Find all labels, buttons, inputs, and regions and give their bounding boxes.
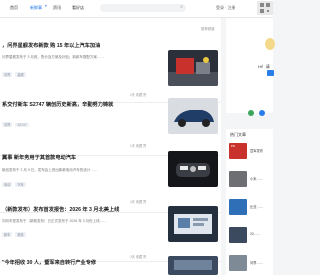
search-icon[interactable]: ⌕	[180, 4, 183, 10]
article-tag[interactable]: 汽车	[15, 182, 26, 187]
top-bar: 首页 新鲜事 ▾ 资讯 看好店 ⌕ 登录 · 注册	[0, 0, 273, 18]
article-tag[interactable]: 报告	[15, 232, 26, 237]
article-thumbnail[interactable]	[168, 256, 218, 275]
hot-article-link[interactable]: 20……	[250, 232, 260, 236]
article-tag[interactable]: 电动	[2, 182, 13, 187]
nav-home[interactable]: 首页	[10, 5, 18, 11]
hot-articles-panel: 热门文章 PD 暨军发布 小米…… 比亚…… 20…… 问界……	[226, 129, 273, 275]
article-stats: 4天 收藏 赞	[130, 200, 147, 204]
article-stats: 3天 收藏 赞	[130, 255, 147, 259]
article-stats: 1天 收藏 赞	[130, 144, 147, 148]
search-input[interactable]: ⌕	[100, 4, 186, 12]
article-tags: 问界 星舰	[2, 72, 29, 77]
hot-article-link[interactable]: 问界……	[250, 260, 263, 265]
article-tags: 电动 汽车	[2, 182, 29, 187]
qr-code-icon	[257, 1, 273, 15]
nav-news[interactable]: 资讯	[53, 5, 61, 11]
hot-article-thumbnail[interactable]	[229, 199, 247, 215]
avatar[interactable]	[265, 38, 275, 50]
article-title[interactable]: （新款发布）发布首发报告：2026 年 3 月北美上线	[2, 206, 119, 213]
article-title[interactable]: "今年招收 30 人，暨军来自转行产业专修	[2, 259, 96, 266]
share-icon[interactable]	[259, 110, 265, 116]
wechat-icon[interactable]	[248, 110, 254, 116]
nav-shops[interactable]: 看好店	[72, 5, 84, 11]
hot-article-thumbnail[interactable]	[229, 227, 247, 243]
article-tag[interactable]: 问界	[2, 122, 13, 127]
profile-action-button[interactable]	[267, 70, 274, 76]
profile-card: Hi！请	[226, 18, 275, 116]
article-tag[interactable]: 星舰	[15, 72, 26, 77]
hot-article-thumbnail[interactable]: PD	[229, 143, 247, 159]
article-tags: 问界 S2747	[2, 122, 32, 127]
hot-article-thumbnail[interactable]	[229, 171, 247, 187]
article-title[interactable]: 系交付新车 S2747 辆创历史新高，辛勤努力铸就	[2, 101, 113, 108]
hot-articles-title: 热门文章	[230, 132, 246, 137]
article-excerpt: 新品发布于 2 月 9 日，发布会上亮出新款电动汽车的设计……	[2, 168, 98, 172]
article-feed: 推荐频道 ，问界星舰发布新款 购 15 年以上汽车加油 问界星舰发布于 3 月底…	[0, 18, 221, 275]
hot-article-link[interactable]: 小米……	[250, 176, 263, 181]
article-tag[interactable]: 新车	[2, 232, 13, 237]
article-excerpt: 问界星舰发布于 3 月底，售价及方案及补贴；新款车搭配方案……	[2, 55, 104, 59]
article-thumbnail[interactable]	[168, 50, 218, 86]
hot-article-link[interactable]: 比亚……	[250, 204, 263, 209]
article-tag[interactable]: 问界	[2, 72, 13, 77]
sidebar: Hi！请 热门文章 PD 暨军发布 小米…… 比亚…… 20…… 问界……	[226, 18, 275, 275]
account-links[interactable]: 登录 · 注册	[216, 5, 236, 11]
nav-fresh[interactable]: 新鲜事	[30, 5, 42, 11]
chevron-down-icon[interactable]: ▾	[45, 4, 47, 8]
article-thumbnail[interactable]	[168, 98, 218, 134]
hot-article-link[interactable]: 暨军发布	[250, 148, 263, 153]
article-excerpt: 刘向车型发布于（新款发布）已正式发布于 2026 年 3 月份上线……	[2, 219, 107, 223]
article-stats: 2天 收藏 赞	[130, 93, 147, 97]
hot-badge: PD	[231, 144, 236, 148]
article-tag[interactable]: S2747	[15, 123, 29, 127]
article-thumbnail[interactable]	[168, 151, 218, 187]
article-title[interactable]: ，问界星舰发布新款 购 15 年以上汽车加油	[2, 42, 100, 49]
feed-label: 推荐频道	[201, 27, 215, 31]
hot-article-thumbnail[interactable]	[229, 255, 247, 271]
article-tags: 新车 报告	[2, 232, 29, 237]
article-thumbnail[interactable]	[168, 206, 218, 242]
article-title[interactable]: 翼事 新年务用于其首款电动汽车	[2, 154, 76, 161]
